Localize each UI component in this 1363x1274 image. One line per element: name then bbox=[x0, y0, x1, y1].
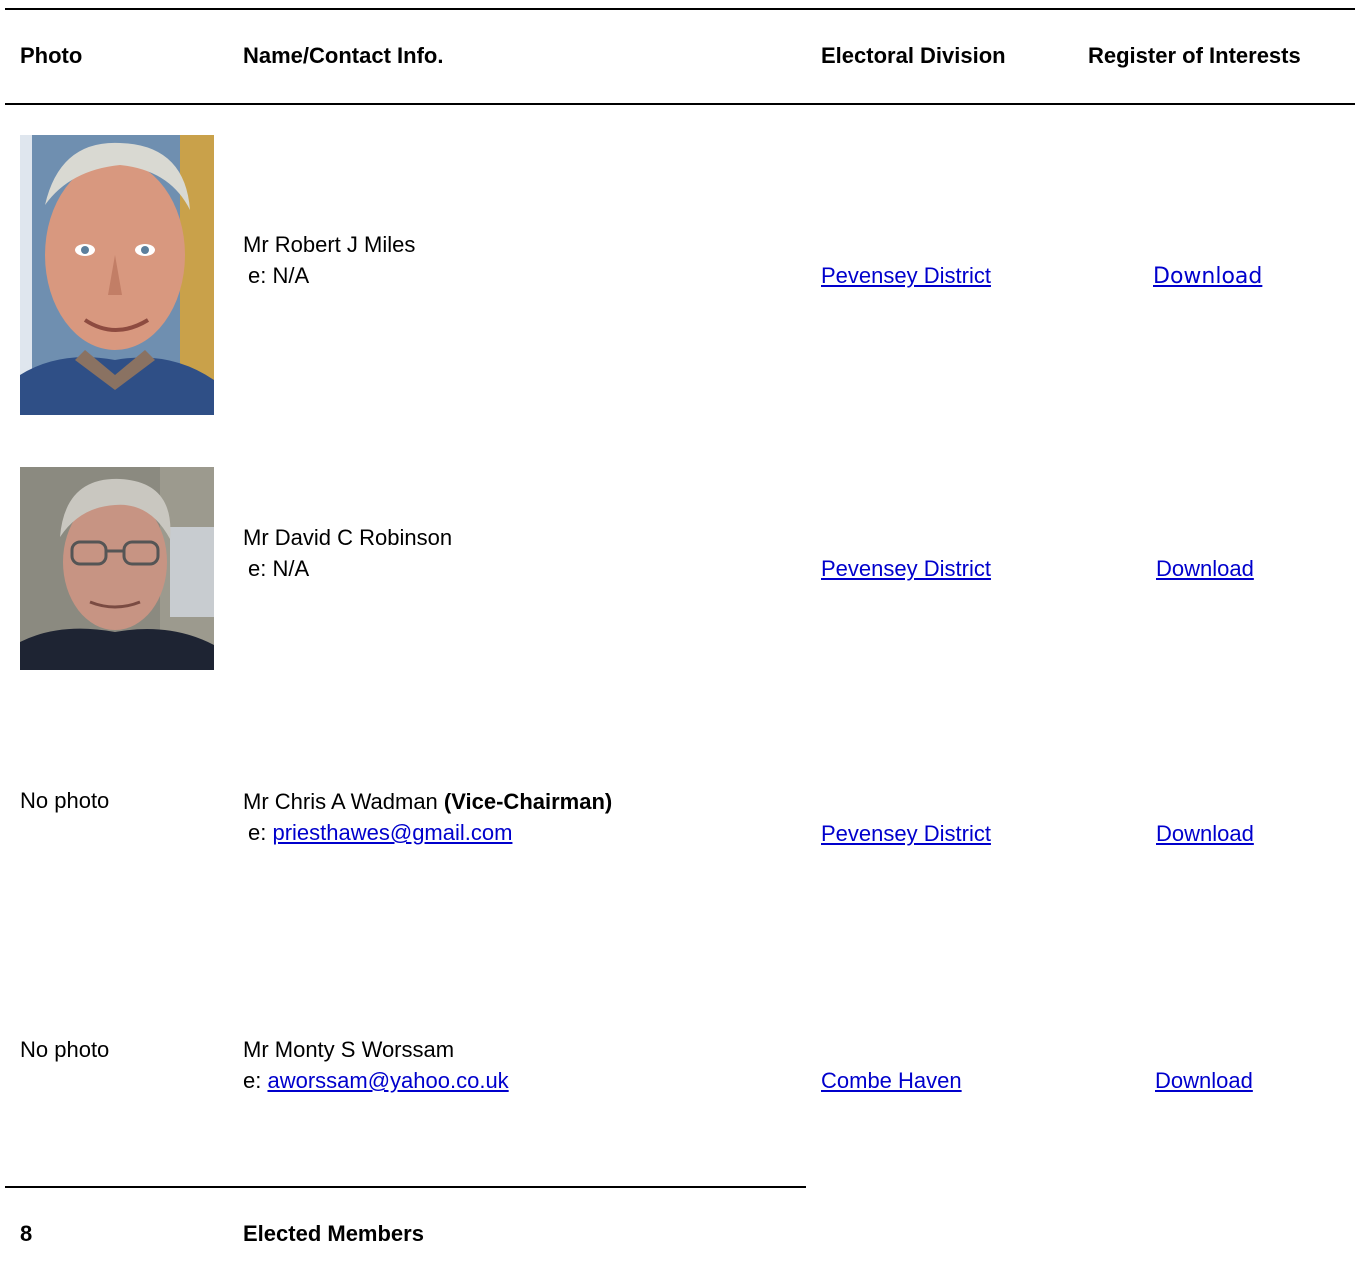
member-name-text: Mr David C Robinson bbox=[243, 525, 453, 550]
member-count-label: Elected Members bbox=[243, 1221, 424, 1246]
header-photo: Photo bbox=[20, 43, 83, 68]
member-email-line: e: N/A bbox=[248, 260, 309, 292]
division-link[interactable]: Combe Haven bbox=[821, 1068, 962, 1093]
interests-cell: Download bbox=[1155, 1065, 1253, 1097]
division-link[interactable]: Pevensey District bbox=[821, 263, 991, 288]
email-value: N/A bbox=[272, 263, 310, 288]
download-link[interactable]: Download bbox=[1156, 821, 1254, 846]
member-photo bbox=[20, 135, 214, 415]
member-name-text: Mr Monty S Worssam bbox=[243, 1037, 455, 1062]
email-link[interactable]: aworssam@yahoo.co.uk bbox=[267, 1068, 508, 1093]
no-photo-label: No photo bbox=[20, 788, 110, 813]
member-name: Mr Chris A Wadman (Vice-Chairman) bbox=[243, 786, 612, 818]
member-name: Mr David C Robinson bbox=[243, 522, 452, 554]
member-name-text: Mr Robert J Miles bbox=[243, 232, 416, 257]
division-link[interactable]: Pevensey District bbox=[821, 556, 991, 581]
header-rule bbox=[5, 103, 1355, 105]
interests-cell: Download bbox=[1153, 260, 1262, 293]
division-cell: Combe Haven bbox=[821, 1065, 962, 1097]
email-value: N/A bbox=[272, 556, 310, 581]
email-prefix: e: bbox=[248, 556, 273, 581]
member-name: Mr Robert J Miles bbox=[243, 229, 415, 261]
top-rule bbox=[5, 8, 1355, 10]
member-email-line: e: aworssam@yahoo.co.uk bbox=[243, 1065, 509, 1097]
interests-cell: Download bbox=[1156, 818, 1254, 850]
member-name: Mr Monty S Worssam bbox=[243, 1034, 454, 1066]
email-prefix: e: bbox=[248, 263, 273, 288]
member-email-line: e: N/A bbox=[248, 553, 309, 585]
member-role: (Vice-Chairman) bbox=[443, 789, 613, 814]
download-link[interactable]: Download bbox=[1155, 1068, 1253, 1093]
member-photo bbox=[20, 467, 214, 670]
division-cell: Pevensey District bbox=[821, 553, 991, 585]
download-link[interactable]: Download bbox=[1153, 264, 1262, 289]
download-link[interactable]: Download bbox=[1156, 556, 1254, 581]
interests-cell: Download bbox=[1156, 553, 1254, 585]
header-name: Name/Contact Info. bbox=[243, 43, 444, 68]
division-cell: Pevensey District bbox=[821, 260, 991, 292]
footer-rule bbox=[5, 1186, 806, 1188]
division-cell: Pevensey District bbox=[821, 818, 991, 850]
email-prefix: e: bbox=[243, 1068, 268, 1093]
header-interests: Register of Interests bbox=[1088, 43, 1301, 68]
email-link[interactable]: priesthawes@gmail.com bbox=[272, 820, 512, 845]
no-photo-label: No photo bbox=[20, 1037, 110, 1062]
division-link[interactable]: Pevensey District bbox=[821, 821, 991, 846]
email-prefix: e: bbox=[248, 820, 273, 845]
member-count: 8 bbox=[20, 1221, 33, 1246]
member-name-text: Mr Chris A Wadman bbox=[243, 789, 438, 814]
header-division: Electoral Division bbox=[821, 43, 1006, 68]
member-email-line: e: priesthawes@gmail.com bbox=[248, 817, 512, 849]
